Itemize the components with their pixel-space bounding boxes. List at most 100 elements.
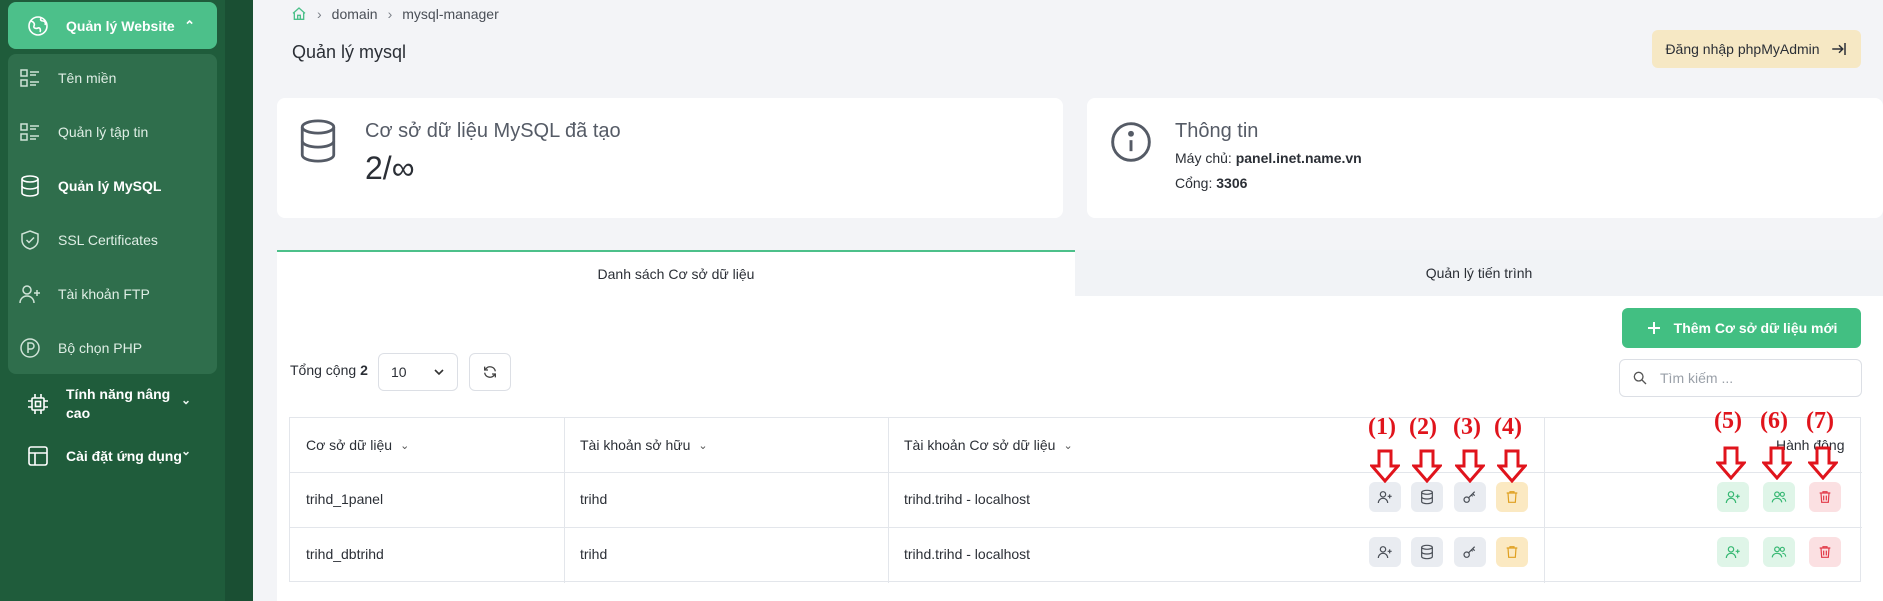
search-input[interactable]: [1660, 370, 1850, 386]
sidebar-item-label: Tài khoản FTP: [58, 286, 150, 302]
tab-database-list[interactable]: Danh sách Cơ sở dữ liệu: [277, 250, 1075, 296]
database-icon: [21, 175, 39, 197]
delete-database-button[interactable]: [1496, 482, 1528, 512]
sidebar-item-domains[interactable]: Tên miền: [18, 66, 116, 90]
annotation-arrow-icon: [1716, 446, 1746, 480]
phpmyadmin-login-label: Đăng nhập phpMyAdmin: [1665, 41, 1820, 57]
list-icon: [20, 69, 39, 87]
row-divider: [290, 472, 1862, 473]
trash-icon: [1506, 491, 1518, 503]
nav-advanced-features-label: Tính năng nâng cao: [66, 386, 171, 421]
database-icon: [1421, 489, 1433, 505]
breadcrumb-item-domain[interactable]: domain: [332, 6, 378, 22]
user-plus-icon: [1377, 546, 1392, 559]
annotation-label: (4): [1494, 414, 1522, 440]
users-icon: [1771, 491, 1787, 503]
info-card: Thông tin Máy chủ: panel.inet.name.vn Cổ…: [1087, 98, 1883, 218]
cell-db-account: trihd.trihd - localhost: [904, 546, 1031, 562]
sidebar-item-label: SSL Certificates: [58, 232, 158, 248]
login-arrow-icon: [1831, 43, 1846, 55]
breadcrumb-item-current: mysql-manager: [402, 6, 499, 22]
trash-icon: [1506, 546, 1518, 558]
database-details-button[interactable]: [1411, 482, 1443, 512]
trash-icon: [1819, 546, 1831, 558]
column-header-database[interactable]: Cơ sở dữ liệu ⌄: [306, 418, 409, 472]
annotation-label: (2): [1409, 414, 1437, 440]
change-password-button[interactable]: [1454, 482, 1486, 512]
manage-users-button[interactable]: [1763, 482, 1795, 512]
chip-icon: [28, 394, 48, 414]
home-icon[interactable]: [291, 6, 307, 22]
shield-icon: [21, 230, 39, 250]
sidebar-item-mysql[interactable]: Quản lý MySQL: [18, 174, 161, 198]
website-submenu: [8, 54, 217, 374]
column-header-db-account[interactable]: Tài khoản Cơ sở dữ liệu ⌄: [904, 418, 1073, 472]
database-details-button[interactable]: [1411, 537, 1443, 567]
php-icon: [20, 338, 40, 358]
globe-icon: [28, 15, 48, 36]
sidebar-item-label: Quản lý MySQL: [58, 178, 162, 194]
nav-advanced-features[interactable]: Tính năng nâng cao ⌄: [26, 385, 191, 423]
breadcrumb: › domain › mysql-manager: [291, 6, 499, 22]
sort-icon: ⌄: [1063, 439, 1073, 452]
nav-app-settings[interactable]: Cài đặt ứng dụng ⌄: [26, 444, 191, 468]
delete-user-button[interactable]: [1809, 537, 1841, 567]
total-count: Tổng cộng 2: [290, 362, 368, 378]
search-box: [1619, 359, 1862, 397]
annotation-arrow-icon: [1412, 449, 1442, 483]
sidebar-item-ftp[interactable]: Tài khoản FTP: [18, 282, 150, 306]
annotation-label: (5): [1714, 408, 1742, 434]
list-icon: [20, 123, 39, 141]
sidebar-item-php[interactable]: Bộ chọn PHP: [18, 336, 142, 360]
column-divider: [888, 418, 889, 583]
cell-owner: trihd: [580, 546, 608, 562]
sidebar: Quản lý Website ⌃ Tên miền Quản lý tập t…: [0, 0, 253, 601]
sidebar-item-label: Tên miền: [58, 70, 117, 86]
annotation-label: (7): [1806, 408, 1834, 434]
change-password-button[interactable]: [1454, 537, 1486, 567]
refresh-button[interactable]: [469, 353, 511, 391]
sidebar-item-ssl[interactable]: SSL Certificates: [18, 228, 158, 252]
page-size-select[interactable]: 10: [378, 353, 458, 391]
database-icon: [1421, 544, 1433, 560]
add-database-label: Thêm Cơ sở dữ liệu mới: [1673, 320, 1838, 336]
column-header-owner[interactable]: Tài khoản sở hữu ⌄: [580, 418, 708, 472]
annotation-arrow-icon: [1762, 446, 1792, 480]
add-database-button[interactable]: Thêm Cơ sở dữ liệu mới: [1622, 308, 1861, 348]
layout-icon: [28, 446, 48, 466]
nav-website-management[interactable]: Quản lý Website ⌃: [8, 2, 217, 49]
add-user-button[interactable]: [1369, 537, 1401, 567]
info-icon: [1111, 122, 1151, 162]
add-user-button[interactable]: [1717, 482, 1749, 512]
chevron-down-icon: [434, 369, 444, 376]
annotation-label: (6): [1760, 408, 1788, 434]
server-info: Máy chủ: panel.inet.name.vn: [1175, 150, 1362, 166]
plus-icon: [1647, 322, 1660, 334]
chevron-down-icon: ⌄: [181, 393, 192, 407]
annotation-label: (1): [1368, 414, 1396, 440]
nav-website-management-label: Quản lý Website: [66, 17, 175, 34]
delete-user-button[interactable]: [1809, 482, 1841, 512]
cell-db-account: trihd.trihd - localhost: [904, 491, 1031, 507]
user-plus-icon: [1725, 491, 1740, 504]
trash-icon: [1819, 491, 1831, 503]
refresh-icon: [484, 366, 496, 378]
search-icon: [1633, 371, 1647, 385]
sort-icon: ⌄: [400, 439, 410, 452]
annotation-arrow-icon: [1808, 446, 1838, 480]
databases-created-title: Cơ sở dữ liệu MySQL đã tạo: [365, 120, 621, 142]
port-info: Cổng: 3306: [1175, 175, 1248, 191]
breadcrumb-separator: ›: [317, 6, 322, 22]
delete-database-button[interactable]: [1496, 537, 1528, 567]
add-user-button[interactable]: [1369, 482, 1401, 512]
chevron-up-icon: ⌃: [184, 17, 195, 33]
row-divider: [290, 527, 1862, 528]
add-user-button[interactable]: [1717, 537, 1749, 567]
manage-users-button[interactable]: [1763, 537, 1795, 567]
annotation-label: (3): [1453, 414, 1481, 440]
phpmyadmin-login-button[interactable]: Đăng nhập phpMyAdmin: [1652, 30, 1861, 68]
annotation-arrow-icon: [1370, 449, 1400, 483]
tab-process-manager[interactable]: Quản lý tiến trình: [1075, 250, 1883, 296]
databases-created-value: 2/∞: [365, 150, 415, 186]
sidebar-item-file-manager[interactable]: Quản lý tập tin: [18, 120, 148, 144]
